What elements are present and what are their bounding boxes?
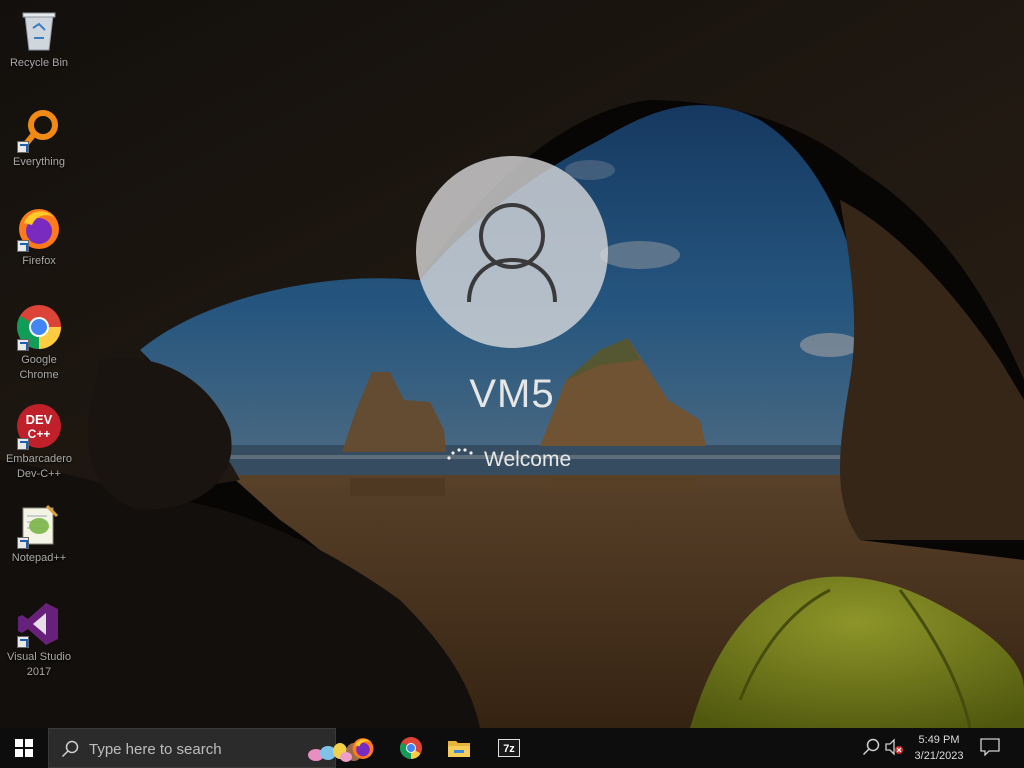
taskbar-search-box[interactable] <box>48 728 362 768</box>
desktop-icon-label: Visual Studio 2017 <box>6 651 71 678</box>
desktop-icon-google-chrome[interactable]: Google Chrome <box>2 303 76 383</box>
taskbar-clock[interactable]: 5:49 PM 3/21/2023 <box>908 732 970 764</box>
desktop-icon-recycle-bin[interactable]: Recycle Bin <box>2 6 76 71</box>
start-button[interactable] <box>0 728 48 768</box>
desktop-icon-label: Everything <box>13 156 65 168</box>
desktop-icon-label: Firefox <box>22 255 56 267</box>
shortcut-arrow-icon <box>17 537 29 549</box>
taskbar-app-firefox[interactable] <box>339 728 387 768</box>
svg-text:C++: C++ <box>28 427 51 441</box>
folder-icon <box>448 741 470 757</box>
taskbar-app-file-explorer[interactable] <box>435 728 483 768</box>
7zip-icon: 7z <box>498 739 520 757</box>
shortcut-arrow-icon <box>17 141 29 153</box>
taskbar: 7z 5:49 PM 3/21/2023 <box>0 728 1024 768</box>
taskbar-app-7zip[interactable]: 7z <box>485 728 533 768</box>
search-icon <box>61 740 79 758</box>
chrome-icon <box>15 303 63 351</box>
devcpp-icon: DEV C++ <box>15 402 63 450</box>
user-avatar <box>416 156 608 348</box>
firefox-icon <box>352 738 374 759</box>
everything-search-icon <box>15 105 63 153</box>
action-center-icon[interactable] <box>980 738 1000 756</box>
desktop-icon-devcpp[interactable]: DEV C++ Embarcadero Dev-C++ <box>2 402 76 482</box>
visual-studio-icon <box>15 600 63 648</box>
taskbar-app-chrome[interactable] <box>387 728 435 768</box>
welcome-status: Welcome <box>440 446 600 474</box>
user-name: VM5 <box>469 372 555 416</box>
shortcut-arrow-icon <box>17 438 29 450</box>
notepadpp-icon <box>15 501 63 549</box>
desktop-icon-label: Embarcadero Dev-C++ <box>5 453 73 480</box>
svg-text:7z: 7z <box>503 743 515 755</box>
loading-spinner-icon <box>447 448 473 460</box>
tray-search-icon[interactable] <box>862 738 880 756</box>
user-avatar-icon <box>467 203 557 303</box>
shortcut-arrow-icon <box>17 636 29 648</box>
clock-date: 3/21/2023 <box>914 750 964 762</box>
volume-muted-icon[interactable] <box>884 738 904 756</box>
desktop-icon-label: Google Chrome <box>19 354 59 381</box>
chrome-icon <box>400 737 422 759</box>
recycle-bin-icon <box>15 6 63 54</box>
desktop-icon-firefox[interactable]: Firefox <box>2 204 76 269</box>
shortcut-arrow-icon <box>17 339 29 351</box>
windows-logo-icon <box>15 739 33 757</box>
welcome-text: Welcome <box>484 448 572 471</box>
desktop-icon-everything[interactable]: Everything <box>2 105 76 170</box>
desktop-icon-notepadpp[interactable]: Notepad++ <box>2 501 76 566</box>
shortcut-arrow-icon <box>17 240 29 252</box>
svg-text:DEV: DEV <box>26 412 53 427</box>
firefox-icon <box>15 204 63 252</box>
clock-time: 5:49 PM <box>918 734 960 746</box>
desktop-icon-label: Recycle Bin <box>9 57 69 69</box>
desktop-icon-label: Notepad++ <box>11 552 67 564</box>
desktop-icon-visual-studio[interactable]: Visual Studio 2017 <box>2 600 76 680</box>
search-input[interactable] <box>89 738 269 760</box>
